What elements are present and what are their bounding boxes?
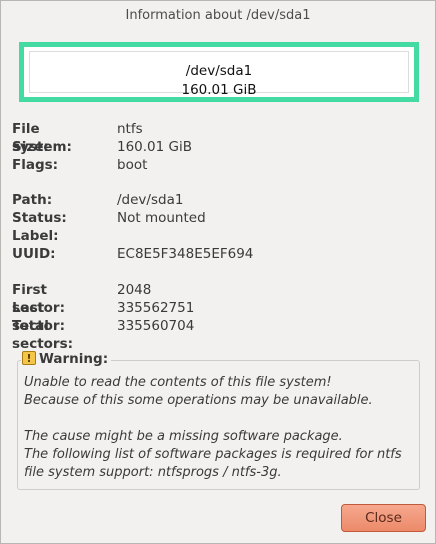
window-title: Information about /dev/sda1 — [125, 8, 311, 23]
partition-graphic-inner: /dev/sda1 160.01 GiB — [29, 51, 409, 98]
total-sectors-label: Total sectors: — [12, 318, 74, 352]
flags-label: Flags: — [12, 157, 59, 173]
status-value: Not mounted — [117, 210, 206, 226]
close-button[interactable]: Close — [341, 504, 426, 532]
warning-heading: Warning: — [21, 350, 112, 368]
warning-line-1: Unable to read the contents of this file… — [24, 375, 332, 390]
warning-line-4: The cause might be a missing software pa… — [24, 429, 343, 444]
first-sector-value: 2048 — [117, 282, 152, 298]
partition-path: /dev/sda1 — [185, 63, 253, 79]
size-label: Size: — [12, 139, 49, 155]
last-sector-value: 335562751 — [117, 300, 195, 316]
total-sectors-value: 335560704 — [117, 318, 195, 334]
partition-graphic: /dev/sda1 160.01 GiB — [19, 42, 419, 102]
uuid-value: EC8E5F348E5EF694 — [117, 246, 254, 262]
path-value: /dev/sda1 — [117, 192, 184, 208]
size-value: 160.01 GiB — [117, 139, 193, 155]
warning-line-6: file system support: ntfsprogs / ntfs-3g… — [24, 465, 282, 480]
warning-line-5: The following list of software packages … — [24, 447, 402, 462]
warning-line-2: Because of this some operations may be u… — [24, 393, 373, 408]
uuid-label: UUID: — [12, 246, 56, 262]
info-dialog: Information about /dev/sda1 /dev/sda1 16… — [0, 0, 436, 544]
flags-value: boot — [117, 157, 148, 173]
warning-title: Warning: — [39, 351, 109, 367]
path-label: Path: — [12, 192, 53, 208]
filesystem-value: ntfs — [117, 121, 143, 137]
warning-icon — [22, 350, 36, 368]
partition-size: 160.01 GiB — [181, 82, 257, 98]
label-label: Label: — [12, 228, 59, 244]
status-label: Status: — [12, 210, 67, 226]
